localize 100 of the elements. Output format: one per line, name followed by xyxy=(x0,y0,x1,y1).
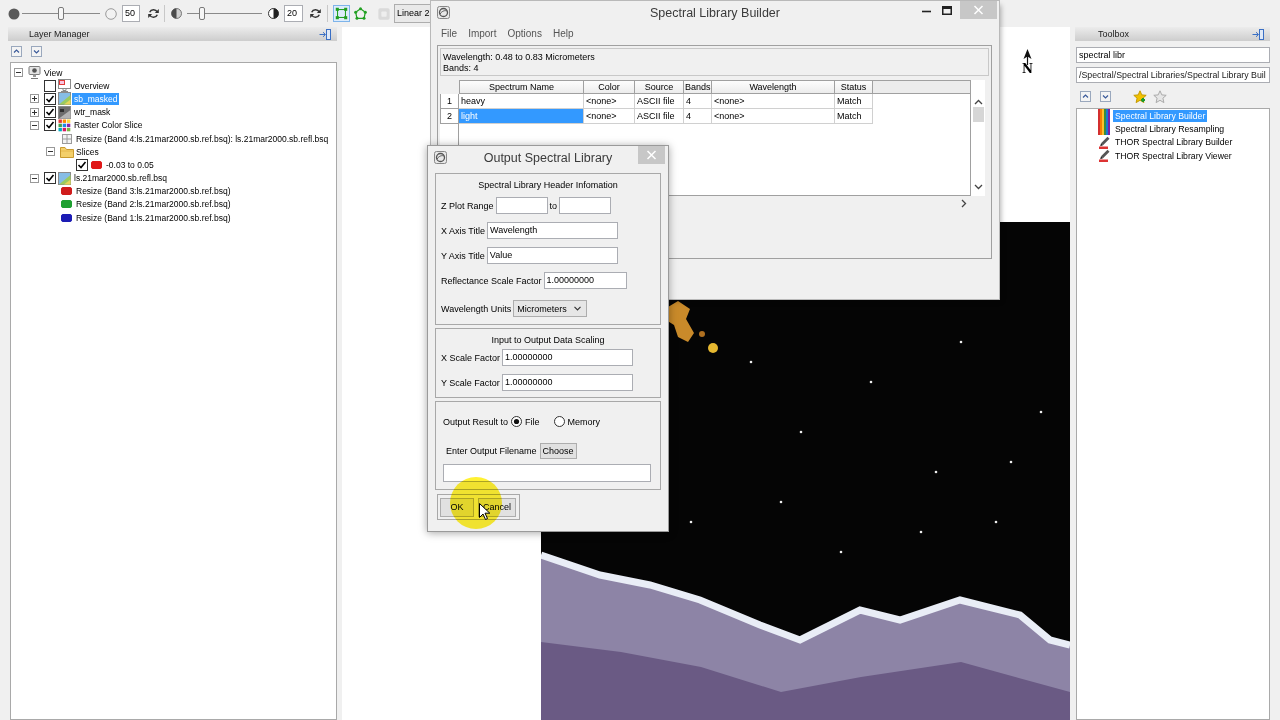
dock-icon[interactable] xyxy=(1252,28,1264,40)
text-field[interactable]: 1.00000000 xyxy=(501,374,633,391)
star-add-icon[interactable] xyxy=(1133,89,1147,104)
layer-name[interactable]: View xyxy=(42,66,65,79)
table-cell: ASCII file xyxy=(635,109,684,124)
path-field[interactable]: /Spectral/Spectral Libraries/Spectral Library Buil xyxy=(1076,67,1270,83)
layer-name[interactable]: Resize (Band 4:ls.21mar2000.sb.ref.bsq): ls.21mar2000.sb.refl.bsq xyxy=(74,132,331,145)
text-field[interactable]: 1.00000000 xyxy=(543,272,627,289)
column-header[interactable]: Bands xyxy=(684,80,712,94)
table-cell: ASCII file xyxy=(635,94,684,109)
polygon-icon[interactable] xyxy=(352,5,369,22)
view-icon xyxy=(28,66,41,80)
caret-icon xyxy=(574,306,582,311)
layer-name[interactable]: -0.03 to 0.05 xyxy=(104,158,156,171)
radio-label: File xyxy=(525,416,540,427)
app-logo-icon xyxy=(437,6,450,19)
brightness-low-icon xyxy=(8,7,20,20)
layer-name[interactable]: Overview xyxy=(72,79,112,92)
menu-item[interactable]: Help xyxy=(552,28,574,39)
dialog-title: Output Spectral Library xyxy=(482,150,614,165)
selection-box-icon[interactable] xyxy=(333,5,350,22)
chevron-down-icon[interactable] xyxy=(1100,91,1111,102)
scroll-right-icon[interactable] xyxy=(961,198,967,208)
grid-icon xyxy=(61,133,72,144)
table-cell: <none> xyxy=(712,94,835,109)
tool-item[interactable]: THOR Spectral Library Builder xyxy=(1113,136,1235,149)
stretch-dropdown[interactable]: Linear 2 xyxy=(394,4,432,23)
choose-button[interactable]: Choose xyxy=(539,442,577,459)
column-header[interactable]: Color xyxy=(584,80,635,94)
filename-field[interactable] xyxy=(443,464,651,482)
expand-icon[interactable] xyxy=(30,107,39,117)
layer-name[interactable]: ls.21mar2000.sb.refl.bsq xyxy=(72,172,170,185)
checkbox[interactable] xyxy=(44,92,56,105)
layer-name[interactable]: Resize (Band 3:ls.21mar2000.sb.ref.bsq) xyxy=(74,185,233,198)
checkbox[interactable] xyxy=(44,172,56,185)
refresh-icon[interactable] xyxy=(148,8,159,19)
maximize-icon[interactable] xyxy=(942,6,952,15)
scroll-down-icon[interactable] xyxy=(973,184,983,190)
collapse-icon[interactable] xyxy=(30,173,39,183)
chevron-down-icon[interactable] xyxy=(31,46,42,57)
pen-icon xyxy=(1098,149,1110,163)
pen-icon xyxy=(1098,135,1110,149)
table-cell: Match xyxy=(835,109,873,124)
field-label: Z Plot Range xyxy=(441,200,494,211)
range-start-field[interactable] xyxy=(495,197,548,214)
chevron-up-icon[interactable] xyxy=(11,46,22,57)
refresh-icon[interactable] xyxy=(310,8,321,19)
checkbox[interactable] xyxy=(76,158,88,171)
layer-name[interactable]: Slices xyxy=(74,145,101,158)
column-header[interactable]: Wavelength xyxy=(712,80,835,94)
info-text: Bands: 4 xyxy=(443,62,480,73)
window-title: Spectral Library Builder xyxy=(649,5,781,20)
search-field[interactable]: spectral libr xyxy=(1076,47,1270,63)
layer-name[interactable]: Resize (Band 2:ls.21mar2000.sb.ref.bsq) xyxy=(74,198,233,211)
text-field[interactable]: Value xyxy=(486,247,618,264)
expand-icon[interactable] xyxy=(30,94,39,104)
text-field[interactable]: Wavelength xyxy=(487,222,618,239)
collapse-icon[interactable] xyxy=(14,68,23,78)
tool-item[interactable]: THOR Spectral Library Viewer xyxy=(1113,149,1234,162)
units-dropdown[interactable]: Micrometers xyxy=(513,300,588,317)
range-end-field[interactable] xyxy=(559,197,612,214)
layer-name[interactable]: wtr_mask xyxy=(72,106,113,119)
field-label: Enter Output Filename xyxy=(446,445,537,456)
text-field[interactable]: 1.00000000 xyxy=(502,349,634,366)
star-icon[interactable] xyxy=(1153,89,1167,104)
table-cell: <none> xyxy=(584,109,635,124)
brightness-high-icon xyxy=(105,7,117,20)
menu-item[interactable]: Import xyxy=(468,28,497,39)
menu-item[interactable]: File xyxy=(441,28,458,39)
layer-name[interactable]: Resize (Band 1:ls.21mar2000.sb.ref.bsq) xyxy=(74,211,233,224)
range-separator: to xyxy=(549,200,558,211)
field-label: Y Scale Factor xyxy=(441,377,500,388)
column-header[interactable]: Status xyxy=(835,80,873,94)
tool-item[interactable]: Spectral Library Resampling xyxy=(1113,122,1227,135)
contrast-value-field[interactable]: 20 xyxy=(284,5,303,22)
column-header[interactable]: Source xyxy=(635,80,684,94)
checkbox[interactable] xyxy=(44,79,56,92)
checkbox[interactable] xyxy=(44,119,56,132)
collapse-icon[interactable] xyxy=(46,147,55,157)
row-number: 1 xyxy=(440,94,459,109)
minimize-icon[interactable] xyxy=(922,10,931,13)
column-header[interactable]: Spectrum Name xyxy=(459,80,584,94)
field-label: X Scale Factor xyxy=(441,352,501,363)
brightness-value-field[interactable]: 50 xyxy=(122,5,140,22)
table-cell: Match xyxy=(835,94,873,109)
layer-name[interactable]: Raster Color Slice xyxy=(72,119,145,132)
checkbox[interactable] xyxy=(44,106,56,119)
radio-button[interactable] xyxy=(511,416,523,427)
table-cell: <none> xyxy=(584,94,635,109)
radio-button[interactable] xyxy=(553,416,565,427)
dock-icon[interactable] xyxy=(319,28,331,40)
chevron-up-icon[interactable] xyxy=(1080,91,1091,102)
scroll-up-icon[interactable] xyxy=(973,99,983,105)
slider-thumb[interactable] xyxy=(58,7,64,20)
table-cell: 4 xyxy=(684,109,712,124)
north-arrow-icon xyxy=(1023,49,1032,65)
menu-item[interactable]: Options xyxy=(507,28,542,39)
scrollbar-thumb[interactable] xyxy=(972,107,984,122)
collapse-icon[interactable] xyxy=(30,120,39,130)
slider-thumb[interactable] xyxy=(199,7,205,20)
